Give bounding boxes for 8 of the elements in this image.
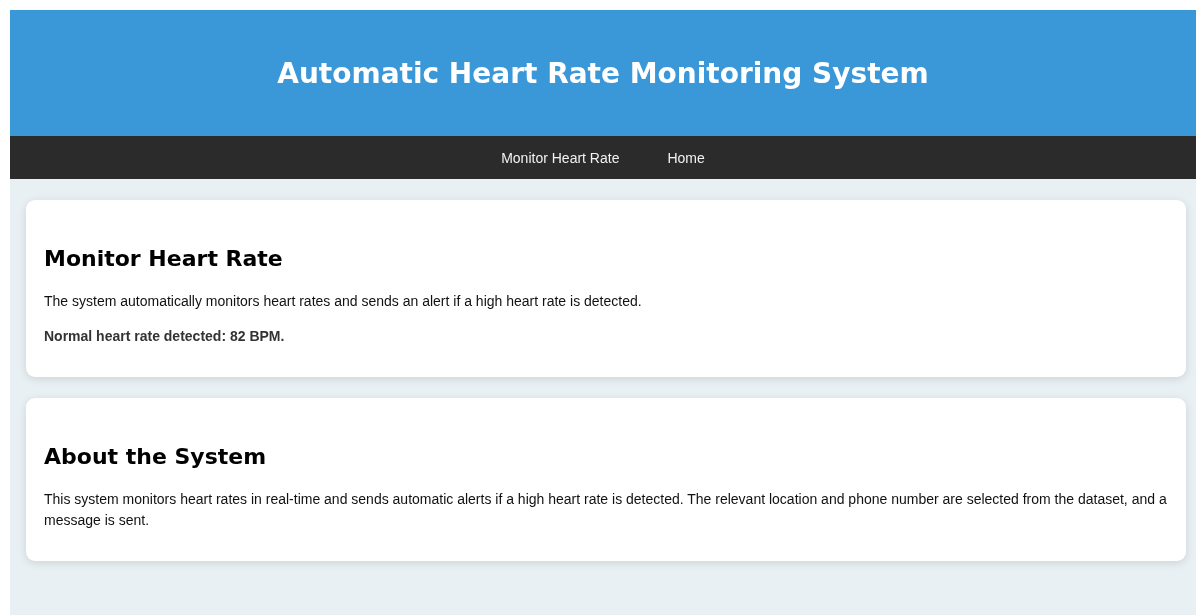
- nav-link[interactable]: Home: [667, 149, 705, 166]
- description-text: This system monitors heart rates in real-time and sends automatic alerts if a high heart rate is detected. The relevant location and phone number are selected from the dataset, and a message is sent.: [44, 490, 1168, 530]
- section-heading: About the System: [44, 444, 268, 469]
- nav-link[interactable]: Monitor Heart Rate: [501, 149, 620, 166]
- section-heading: Monitor Heart Rate: [44, 246, 284, 271]
- description-text: The system automatically monitors heart rates and sends an alert if a high heart rate is detected.: [44, 292, 643, 311]
- page-title: Automatic Heart Rate Monitoring System: [277, 56, 929, 90]
- status-text: Normal heart rate detected: 82 BPM.: [44, 327, 286, 346]
